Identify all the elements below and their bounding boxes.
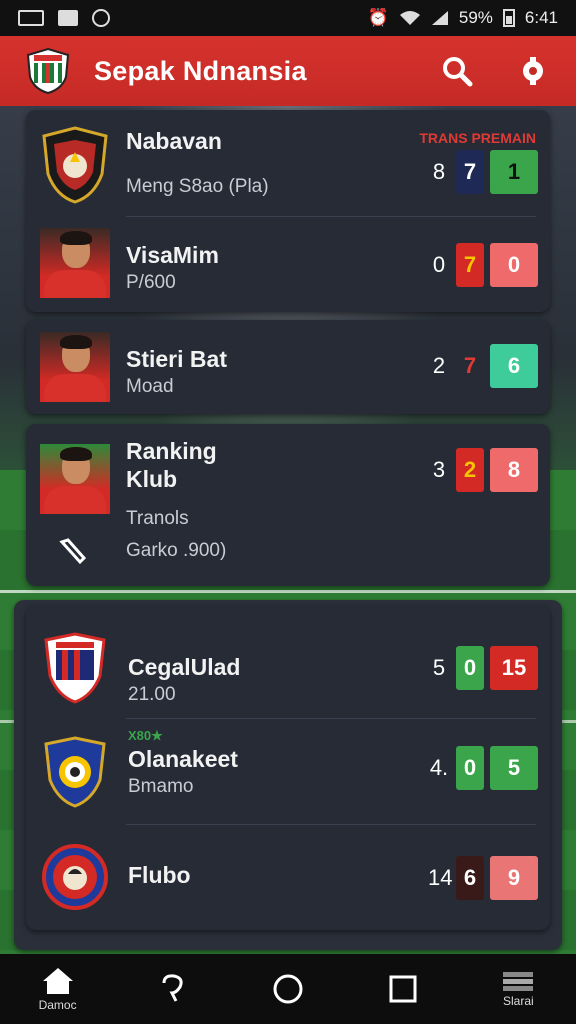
nav-home[interactable]: Damoc (8, 966, 108, 1012)
score: 5 0 15 (428, 646, 538, 690)
player-subtitle: P/600 (126, 272, 176, 293)
divider (126, 718, 536, 719)
score-right: 15 (490, 646, 538, 690)
nav-home-button[interactable] (238, 973, 338, 1005)
nav-more-label: Slarai (503, 994, 534, 1008)
club-name: Nabavan (126, 128, 222, 154)
score-left: 0 (432, 252, 446, 277)
app-title: Sepak Ndnansia (94, 55, 307, 86)
circle-home-icon (273, 974, 303, 1004)
club-tag: X80★ (128, 728, 163, 743)
score: 0 7 0 (428, 243, 538, 287)
ranking-title-line2: Klub (126, 466, 178, 492)
whistle-icon (59, 538, 86, 565)
score: 2 7 6 (428, 344, 538, 388)
app-icon (92, 9, 110, 27)
score-right: 9 (490, 856, 538, 900)
club-subtitle: Meng S8ao (Pla) (126, 176, 269, 197)
club-subtitle: 21.00 (128, 684, 176, 705)
home-icon (42, 968, 73, 994)
score-left: 3 (432, 457, 446, 482)
score-right: 6 (490, 344, 538, 388)
ranking-subtitle: Tranols (126, 508, 189, 529)
score: 3 2 8 (428, 448, 538, 492)
score-middle: 7 (456, 150, 484, 194)
player-subtitle: Moad (126, 376, 174, 397)
club-name: Olanakeet (128, 746, 238, 772)
app-logo-shield-icon (26, 47, 70, 95)
ranking-title-line1: Ranking (126, 438, 217, 464)
image-icon (58, 10, 78, 26)
gear-icon (523, 57, 543, 85)
divider (126, 216, 536, 217)
score-left: 2 (432, 353, 446, 378)
clock: 6:41 (524, 8, 558, 27)
club-crest-icon (44, 736, 106, 808)
score-middle: 6 (456, 856, 484, 900)
match-list-card: TRANS PREMAIN Nabavan Meng S8ao (Pla) 8 … (26, 110, 550, 312)
score: 4. 0 5 (428, 746, 538, 790)
score-left: 8 (432, 159, 446, 184)
battery-icon (502, 9, 515, 27)
list-item[interactable]: Stieri Bat Moad 2 7 6 (26, 320, 550, 414)
score-middle: 0 (456, 746, 484, 790)
nav-more[interactable]: Slarai (468, 970, 568, 1008)
alarm-icon: ⏰ (367, 8, 389, 27)
club-name: Flubo (128, 862, 191, 888)
list-item[interactable]: Nabavan Meng S8ao (Pla) 8 7 1 (26, 110, 550, 216)
club-crest-icon (42, 844, 108, 910)
score-right: 5 (490, 746, 538, 790)
score-right: 1 (490, 150, 538, 194)
nav-home-label: Damoc (38, 998, 77, 1012)
club-name: CegalUlad (128, 654, 241, 680)
search-icon (443, 57, 473, 87)
status-bar: ⏰ 59% 6:41 (0, 0, 576, 36)
signal-icon (431, 11, 448, 25)
player-photo (40, 444, 110, 514)
battery-percent: 59% (458, 8, 493, 27)
keyboard-icon (18, 10, 44, 26)
club-subtitle: Bmamo (128, 776, 194, 797)
player-photo (40, 228, 110, 298)
club-list-card: CegalUlad 21.00 5 0 15 X80★ Olanakeet Bm… (14, 600, 562, 950)
divider (126, 824, 536, 825)
score-middle: 7 (456, 243, 484, 287)
score-right: 0 (490, 243, 538, 287)
score-middle: 7 (463, 353, 477, 378)
back-icon (162, 974, 183, 1002)
recents-icon (389, 975, 417, 1003)
bottom-navigation: Damoc Slarai (0, 954, 576, 1024)
score-middle: 2 (456, 448, 484, 492)
player-photo (40, 332, 110, 402)
list-item[interactable]: VisaMim P/600 0 7 0 (26, 218, 550, 312)
stack-icon (503, 972, 534, 991)
score-left: 14 (428, 865, 453, 890)
list-item[interactable]: X80★ Olanakeet Bmamo 4. 0 5 (26, 720, 550, 822)
ranking-detail: Garko .900) (126, 540, 227, 561)
player-name: Stieri Bat (126, 346, 227, 372)
club-crest-icon (44, 632, 106, 704)
app-bar: Sepak Ndnansia (0, 36, 576, 106)
search-button[interactable] (440, 54, 474, 88)
club-list-inner: CegalUlad 21.00 5 0 15 X80★ Olanakeet Bm… (26, 606, 550, 930)
player-name: VisaMim (126, 242, 219, 268)
score: 8 7 1 (428, 150, 538, 194)
wifi-icon (399, 11, 420, 25)
score-left: 4. (429, 755, 449, 780)
club-crest-icon (42, 126, 108, 204)
score-middle: 0 (456, 646, 484, 690)
list-item[interactable]: Flubo 14 6 9 (26, 826, 550, 930)
score-left: 5 (432, 655, 446, 680)
settings-button[interactable] (516, 54, 550, 88)
nav-back[interactable] (123, 973, 223, 1005)
ranking-club-card[interactable]: Ranking Klub Tranols Garko .900) 3 2 8 (26, 424, 550, 586)
nav-recents[interactable] (353, 974, 453, 1004)
list-item[interactable]: CegalUlad 21.00 5 0 15 (26, 606, 550, 716)
score: 14 6 9 (428, 856, 538, 900)
score-right: 8 (490, 448, 538, 492)
